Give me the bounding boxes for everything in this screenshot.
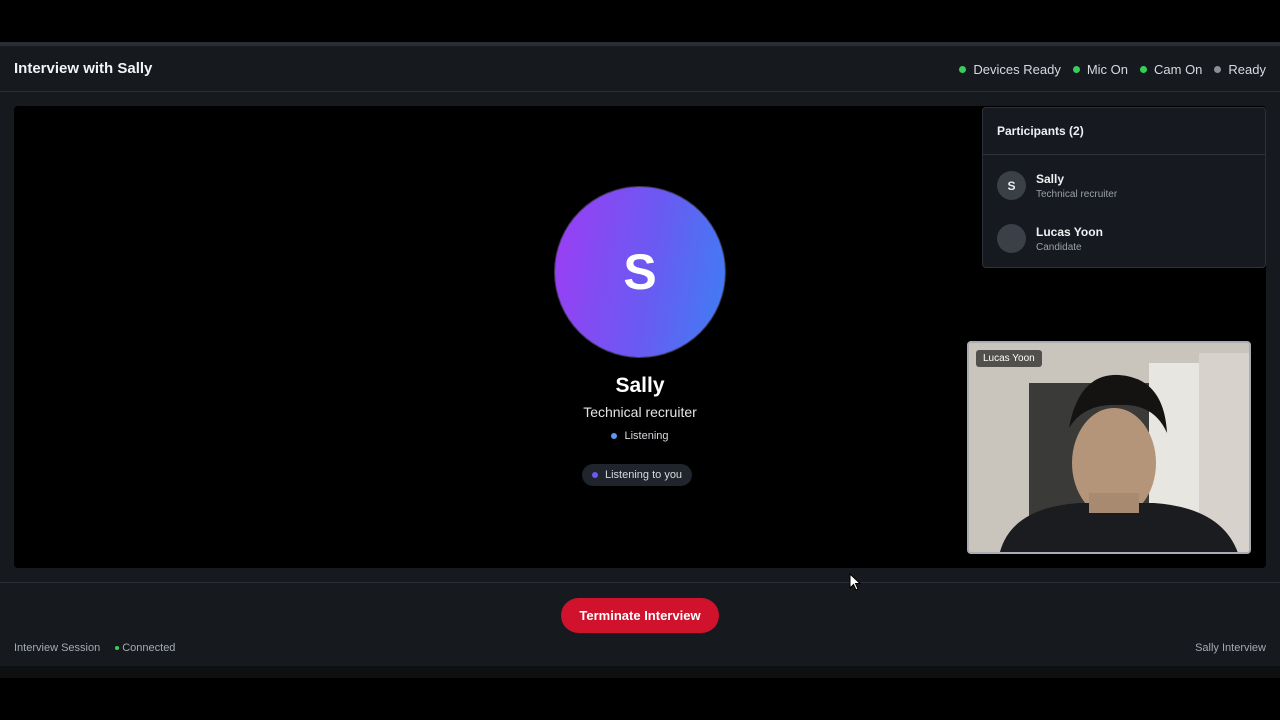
- connection-status: Connected: [115, 642, 175, 654]
- device-status-group: Devices Ready Mic On Cam On Ready: [959, 62, 1266, 77]
- pill-label: Listening to you: [605, 469, 683, 481]
- participants-panel: Participants (2) S Sally Technical recru…: [982, 107, 1266, 268]
- agent-state-label: Listening: [624, 430, 669, 442]
- footer-divider: [0, 582, 1280, 583]
- participants-heading: Participants (2): [983, 108, 1265, 155]
- participant-role: Technical recruiter: [1036, 188, 1118, 200]
- status-label: Ready: [1228, 62, 1266, 77]
- status-dot-icon: [1214, 66, 1222, 73]
- participant-role: Candidate: [1036, 241, 1082, 253]
- participant-item[interactable]: Lucas Yoon Candidate: [997, 224, 1103, 253]
- status-label: Mic On: [1086, 62, 1129, 77]
- listening-pill: Listening to you: [582, 464, 693, 486]
- status-devices-ready: Devices Ready: [959, 62, 1061, 77]
- status-cam-on: Cam On: [1140, 62, 1202, 77]
- camera-feed: [969, 343, 1249, 552]
- participant-name: Lucas Yoon: [1036, 224, 1103, 239]
- footer-right-label: Sally Interview: [1195, 642, 1266, 654]
- page-title: Interview with Sally: [14, 60, 153, 77]
- participant-avatar: [997, 224, 1026, 253]
- participant-item[interactable]: S Sally Technical recruiter: [997, 171, 1117, 200]
- state-dot-icon: [611, 433, 618, 439]
- self-video-tile[interactable]: Lucas Yoon: [967, 341, 1251, 554]
- agent-state: Listening: [440, 430, 840, 442]
- agent-name: Sally: [615, 374, 665, 397]
- status-mic-on: Mic On: [1072, 62, 1129, 77]
- terminate-interview-button[interactable]: Terminate Interview: [561, 598, 719, 633]
- mouse-pointer-icon: [849, 573, 862, 591]
- connection-dot-icon: [115, 646, 120, 650]
- status-ready: Ready: [1214, 62, 1266, 77]
- status-dot-icon: [959, 66, 967, 73]
- status-label: Cam On: [1154, 62, 1203, 77]
- participant-avatar: S: [997, 171, 1026, 200]
- status-dot-icon: [1072, 66, 1080, 73]
- participant-name: Sally: [1036, 171, 1065, 186]
- agent-avatar: S: [555, 187, 725, 357]
- pill-dot-icon: [592, 472, 598, 478]
- interview-app: Interview with Sally Devices Ready Mic O…: [0, 46, 1280, 666]
- connection-label: Connected: [122, 642, 176, 654]
- footer-left: Interview Session Connected: [14, 642, 175, 654]
- agent-role: Technical recruiter: [583, 404, 697, 420]
- header: Interview with Sally Devices Ready Mic O…: [0, 46, 1280, 92]
- session-label: Interview Session: [14, 642, 101, 654]
- os-taskbar-strip: [0, 666, 1280, 678]
- status-label: Devices Ready: [973, 62, 1061, 77]
- self-video-label: Lucas Yoon: [976, 350, 1042, 367]
- status-dot-icon: [1140, 66, 1148, 73]
- video-stage: S Sally Technical recruiter Listening Li…: [14, 106, 1266, 568]
